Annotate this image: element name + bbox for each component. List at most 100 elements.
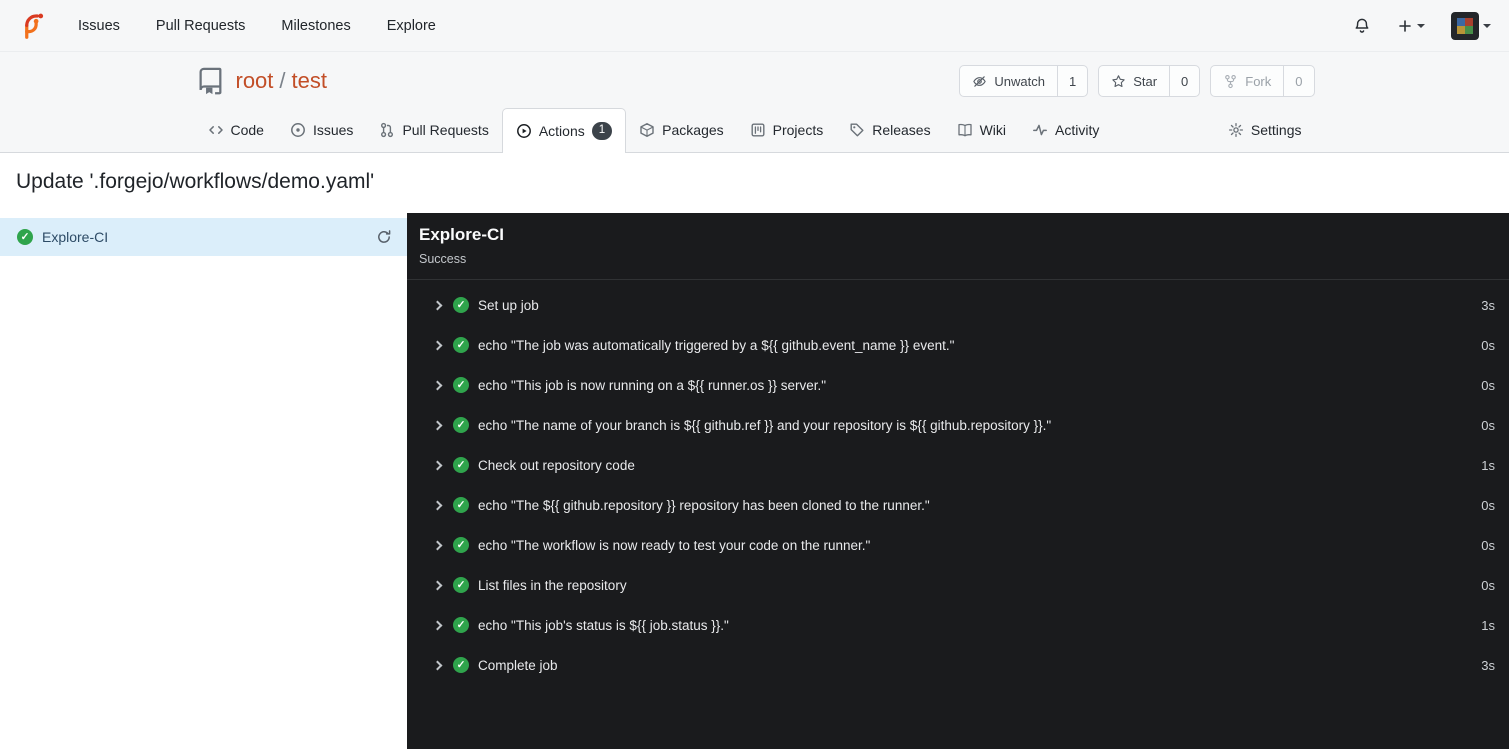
step-name: echo "This job is now running on a ${{ r…: [478, 377, 827, 393]
tab-pull-requests[interactable]: Pull Requests: [366, 108, 501, 152]
bell-icon[interactable]: [1353, 17, 1371, 35]
check-circle-icon: [453, 617, 469, 633]
user-menu[interactable]: [1451, 11, 1491, 40]
step-row[interactable]: echo "This job's status is ${{ job.statu…: [407, 605, 1509, 645]
tab-actions[interactable]: Actions 1: [501, 108, 627, 153]
nav-issues[interactable]: Issues: [78, 18, 120, 34]
step-name: echo "The workflow is now ready to test …: [478, 537, 871, 553]
nav-pull-requests[interactable]: Pull Requests: [156, 18, 245, 34]
repo-separator: /: [279, 68, 286, 93]
step-duration: 3s: [1481, 657, 1495, 673]
repo-tabs: Code Issues Pull Requests Actions 1 Pack…: [0, 108, 1509, 153]
pull-request-icon: [379, 122, 395, 138]
watch-count[interactable]: 1: [1056, 66, 1087, 96]
check-circle-icon: [17, 229, 33, 245]
check-circle-icon: [453, 337, 469, 353]
star-icon: [1111, 74, 1126, 89]
check-circle-icon: [453, 537, 469, 553]
star-count[interactable]: 0: [1169, 66, 1199, 96]
tab-code[interactable]: Code: [195, 108, 277, 152]
avatar: [1451, 11, 1479, 40]
unwatch-button[interactable]: Unwatch 1: [959, 65, 1089, 97]
step-row[interactable]: Check out repository code 1s: [407, 445, 1509, 485]
console-header: Explore-CI Success: [407, 213, 1509, 280]
tab-activity[interactable]: Activity: [1019, 108, 1112, 152]
projects-icon: [750, 122, 766, 138]
tab-settings[interactable]: Settings: [1215, 108, 1315, 152]
tab-wiki[interactable]: Wiki: [944, 108, 1019, 152]
package-icon: [639, 122, 655, 138]
chevron-right-icon[interactable]: [432, 580, 443, 590]
tab-projects[interactable]: Projects: [737, 108, 837, 152]
step-row[interactable]: echo "The ${{ github.repository }} repos…: [407, 485, 1509, 525]
gear-icon: [1228, 122, 1244, 138]
step-name: Check out repository code: [478, 457, 635, 473]
tab-label: Activity: [1055, 122, 1100, 138]
sync-icon[interactable]: [376, 229, 392, 245]
nav-milestones[interactable]: Milestones: [281, 18, 350, 34]
step-row[interactable]: echo "The job was automatically triggere…: [407, 325, 1509, 365]
step-duration: 0s: [1481, 377, 1495, 393]
fork-button[interactable]: Fork 0: [1210, 65, 1315, 97]
chevron-right-icon[interactable]: [432, 380, 443, 390]
step-name: Set up job: [478, 297, 539, 313]
chevron-right-icon[interactable]: [432, 460, 443, 470]
job-item-explore-ci[interactable]: Explore-CI: [0, 218, 407, 256]
run-title-bar: Update '.forgejo/workflows/demo.yaml': [0, 153, 1509, 213]
check-circle-icon: [453, 417, 469, 433]
check-circle-icon: [453, 577, 469, 593]
navbar-right: [1353, 11, 1491, 40]
step-duration: 1s: [1481, 457, 1495, 473]
fork-count[interactable]: 0: [1283, 66, 1313, 96]
create-menu[interactable]: [1397, 18, 1425, 34]
forgejo-logo[interactable]: [18, 11, 48, 41]
activity-icon: [1032, 122, 1048, 138]
tab-releases[interactable]: Releases: [836, 108, 943, 152]
step-row[interactable]: Complete job 3s: [407, 645, 1509, 685]
repo-actions: Unwatch 1 Star 0 Fork 0: [959, 65, 1315, 97]
issue-icon: [290, 122, 306, 138]
repo-owner-link[interactable]: root: [236, 68, 274, 94]
step-name: Complete job: [478, 657, 558, 673]
check-circle-icon: [453, 457, 469, 473]
tab-issues[interactable]: Issues: [277, 108, 366, 152]
step-duration: 1s: [1481, 617, 1495, 633]
star-label: Star: [1133, 73, 1158, 89]
step-row[interactable]: Set up job 3s: [407, 285, 1509, 325]
step-duration: 0s: [1481, 417, 1495, 433]
check-circle-icon: [453, 297, 469, 313]
run-title: Update '.forgejo/workflows/demo.yaml': [16, 170, 375, 193]
step-row[interactable]: echo "This job is now running on a ${{ r…: [407, 365, 1509, 405]
caret-down-icon: [1483, 23, 1491, 28]
tab-label: Actions: [538, 123, 585, 139]
tab-label: Code: [230, 122, 264, 138]
step-name: echo "The ${{ github.repository }} repos…: [478, 497, 930, 513]
star-button[interactable]: Star 0: [1098, 65, 1201, 97]
nav-explore[interactable]: Explore: [387, 18, 436, 34]
step-name: List files in the repository: [478, 577, 627, 593]
step-row[interactable]: echo "The workflow is now ready to test …: [407, 525, 1509, 565]
caret-down-icon: [1417, 23, 1425, 28]
repo-name-link[interactable]: test: [292, 68, 327, 94]
chevron-right-icon[interactable]: [432, 420, 443, 430]
step-row[interactable]: List files in the repository 0s: [407, 565, 1509, 605]
top-navbar: Issues Pull Requests Milestones Explore: [0, 0, 1509, 52]
run-content: Explore-CI Explore-CI Success Set up job…: [0, 213, 1509, 749]
tab-label: Packages: [662, 122, 724, 138]
unwatch-label: Unwatch: [994, 73, 1045, 89]
book-icon: [957, 122, 973, 138]
tab-packages[interactable]: Packages: [626, 108, 736, 152]
chevron-right-icon[interactable]: [432, 300, 443, 310]
step-duration: 0s: [1481, 497, 1495, 513]
chevron-right-icon[interactable]: [432, 660, 443, 670]
step-name: echo "The name of your branch is ${{ git…: [478, 417, 1052, 433]
chevron-right-icon[interactable]: [432, 500, 443, 510]
chevron-right-icon[interactable]: [432, 620, 443, 630]
plus-icon: [1397, 18, 1413, 34]
chevron-right-icon[interactable]: [432, 340, 443, 350]
play-circle-icon: [516, 123, 532, 139]
tab-label: Projects: [772, 122, 824, 138]
console-job-status: Success: [419, 252, 467, 266]
chevron-right-icon[interactable]: [432, 540, 443, 550]
step-row[interactable]: echo "The name of your branch is ${{ git…: [407, 405, 1509, 445]
